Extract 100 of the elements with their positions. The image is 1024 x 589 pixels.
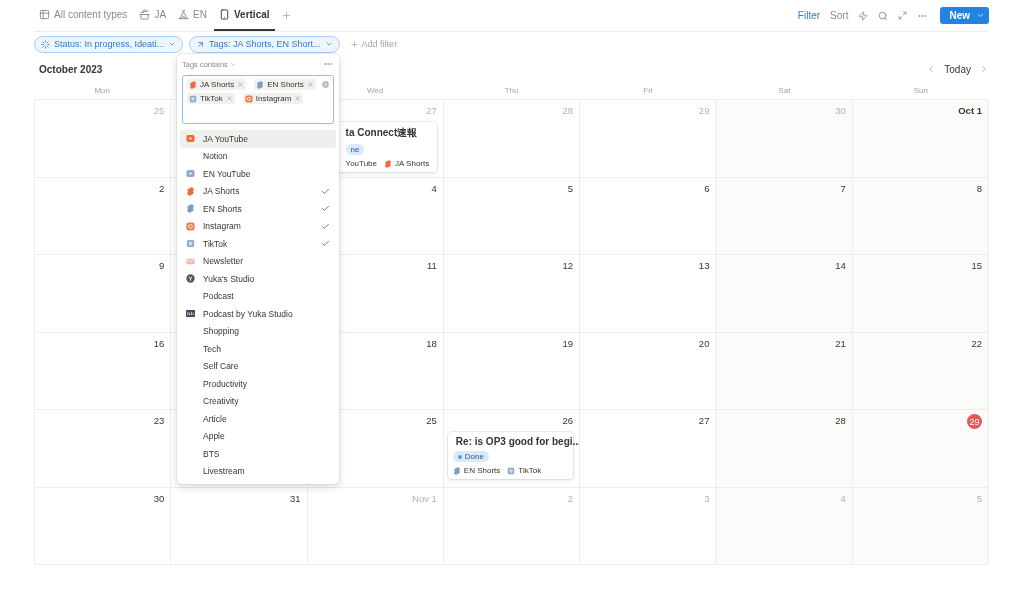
today-button[interactable]: Today [944,63,971,75]
tag-chip: EN Shorts [254,79,316,90]
tag-chip: JA Shorts [187,79,247,90]
pot-icon [139,9,151,20]
tag-option[interactable]: Apple [180,427,336,445]
weekday-label: Fri [643,86,653,95]
day-number: 2 [159,181,165,196]
month-title: October 2023 [39,63,103,75]
caret-icon [324,40,333,48]
day-number: Nov 1 [412,491,437,506]
table-icon [39,9,50,20]
new-button[interactable]: New [940,7,989,24]
caret-icon[interactable] [976,11,985,20]
tag-option[interactable]: Creativity [180,392,336,410]
day-number: 5 [976,491,982,506]
view-tab[interactable]: Vertical [213,0,275,31]
day-number: 2 [567,491,574,506]
day-number: 28 [562,104,574,118]
spinner-icon [41,39,50,49]
sort-button[interactable]: Sort [825,10,854,21]
day-number: 12 [562,259,574,273]
add-view-icon[interactable] [280,10,292,21]
filter-chip[interactable]: Status: In progress, Ideati... [34,35,184,53]
tag-option[interactable]: Shopping [180,322,336,340]
tag-option[interactable]: Productivity [180,375,336,393]
day-number: 4 [840,491,846,506]
day-number: 25 [426,414,437,428]
remove-icon[interactable] [294,95,302,102]
expand-icon[interactable] [898,11,908,20]
remove-icon[interactable] [306,81,314,88]
day-number: Oct 1 [958,104,982,118]
remove-icon[interactable] [225,95,233,102]
remove-icon[interactable] [237,81,245,88]
tag-option[interactable]: EN Shorts [180,200,336,218]
day-number: 20 [698,336,710,351]
tag-chip: Instagram [242,93,304,104]
tag-option[interactable]: BTS [180,445,336,463]
day-number: 5 [567,181,574,196]
day-number: 14 [835,259,846,273]
day-number: 29 [698,104,710,118]
day-number: 27 [698,414,710,428]
day-number: 11 [426,259,437,273]
tag-input-field[interactable]: JA Shorts EN Shorts TikTok Instagram [182,75,334,124]
status-tag: Done [452,451,489,462]
tag-option[interactable]: Yuka's Studio [180,270,336,288]
tag-option[interactable]: Livestream [180,462,336,480]
tag-label: TikTok [518,466,542,475]
day-number: 31 [290,491,301,506]
weekday-label: Wed [366,86,384,95]
tag-option[interactable]: JA YouTube [180,130,336,148]
tag-option[interactable]: Newsletter [180,252,336,270]
status-dot-icon [457,454,462,459]
caret-icon [168,40,177,48]
filter-button[interactable]: Filter [792,10,826,21]
tag-chip: TikTok [187,93,235,104]
day-number: 21 [835,336,846,351]
day-number: 4 [431,181,437,196]
next-icon[interactable] [979,64,989,74]
day-number: 27 [426,104,437,118]
tag-option[interactable]: Instagram [180,217,336,235]
weekday-label: Mon [94,86,110,95]
phone-icon [218,9,230,20]
clear-icon[interactable] [321,80,330,89]
view-tab[interactable]: JA [134,0,172,31]
tag-option[interactable]: Podcast [180,287,336,305]
tent-icon [178,9,190,20]
day-number: 6 [704,181,710,196]
day-number: 22 [971,336,982,351]
day-number: 8 [976,181,982,196]
day-number: 28 [835,414,846,428]
lightning-icon[interactable] [858,10,869,21]
view-tab[interactable]: EN [173,0,212,31]
tag-option[interactable]: Tech [180,340,336,358]
weekday-label: Sat [778,86,791,95]
view-tab[interactable]: All content types [34,0,133,31]
day-number: 18 [426,336,437,351]
today-date: 29 [967,414,982,429]
event-title: ta Connect速報 [345,126,418,140]
day-number: 16 [153,336,165,351]
caret-icon [229,60,237,68]
weekday-label: Sun [913,86,928,95]
day-number: 3 [704,491,710,506]
day-number: 30 [153,491,165,506]
tag-option[interactable]: Article [180,410,336,428]
day-number: 9 [159,259,165,273]
tag-option[interactable]: Self Care [180,357,336,375]
tag-option[interactable]: Podcast by Yuka Studio [180,305,336,323]
tag-label: EN Shorts [463,466,501,475]
status-tag: ne [345,144,365,155]
search-icon[interactable] [878,10,889,21]
filter-chip[interactable]: Tags: JA Shorts, EN Short... [189,35,340,53]
arrow-icon [196,39,206,49]
tag-option[interactable]: TikTok [180,235,336,253]
day-number: 30 [835,104,846,118]
tag-option[interactable]: JA Shorts [180,182,336,200]
weekday-label: Thu [504,86,519,95]
tag-label: JA Shorts [395,159,430,168]
day-number: 13 [698,259,710,273]
day-number: 25 [153,104,165,118]
tag-label: YouTube [345,159,377,168]
